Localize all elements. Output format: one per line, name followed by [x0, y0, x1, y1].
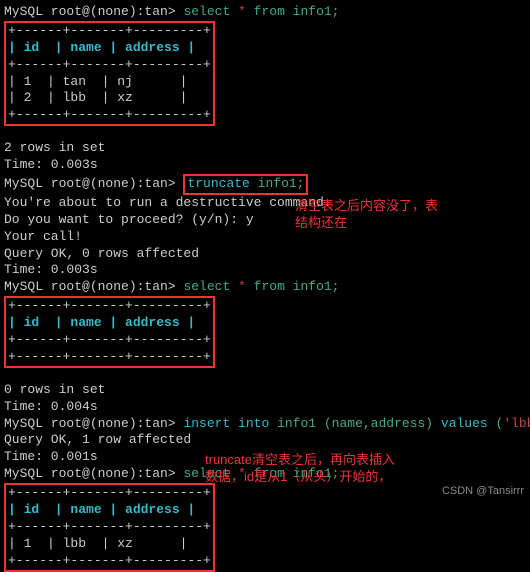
table-border: +------+-------+---------+: [8, 57, 211, 74]
time: Time: 0.003s: [4, 157, 526, 174]
table-border: +------+-------+---------+: [8, 332, 211, 349]
destructive-msg: You're about to run a destructive comman…: [4, 195, 526, 212]
result-box-3: +------+-------+---------+ | id | name |…: [4, 483, 215, 571]
your-call: Your call!: [4, 229, 526, 246]
table-border: +------+-------+---------+: [8, 349, 211, 366]
table-border: +------+-------+---------+: [8, 298, 211, 315]
prompt-line-2: MySQL root@(none):tan> truncate info1;: [4, 174, 526, 195]
time: Time: 0.003s: [4, 262, 526, 279]
rows-in-set: 2 rows in set: [4, 140, 526, 157]
table-row: | 2 | lbb | xz |: [8, 90, 211, 107]
query-ok: Query OK, 1 row affected: [4, 432, 526, 449]
prompt-line-1: MySQL root@(none):tan> select * from inf…: [4, 4, 526, 21]
query-ok: Query OK, 0 rows affected: [4, 246, 526, 263]
table-header: | id | name | address |: [8, 315, 211, 332]
table-header: | id | name | address |: [8, 502, 211, 519]
watermark: CSDN @Tansirrr: [442, 484, 524, 498]
table-border: +------+-------+---------+: [8, 23, 211, 40]
table-border: +------+-------+---------+: [8, 107, 211, 124]
annotation-1: 清空表之后内容没了，表 结构还在: [295, 198, 438, 232]
proceed-prompt: Do you want to proceed? (y/n): y: [4, 212, 526, 229]
table-header: | id | name | address |: [8, 40, 211, 57]
table-row: | 1 | tan | nj |: [8, 74, 211, 91]
prompt-line-4: MySQL root@(none):tan> insert into info1…: [4, 416, 526, 433]
table-row: | 1 | lbb | xz |: [8, 536, 211, 553]
table-border: +------+-------+---------+: [8, 519, 211, 536]
time: Time: 0.004s: [4, 399, 526, 416]
table-border: +------+-------+---------+: [8, 553, 211, 570]
result-box-1: +------+-------+---------+ | id | name |…: [4, 21, 215, 126]
rows-in-set: 0 rows in set: [4, 382, 526, 399]
prompt-line-3: MySQL root@(none):tan> select * from inf…: [4, 279, 526, 296]
annotation-2: truncate清空表之后，再向表插入 数据，id是从1（从头）开始的，: [205, 452, 395, 486]
result-box-2: +------+-------+---------+ | id | name |…: [4, 296, 215, 368]
